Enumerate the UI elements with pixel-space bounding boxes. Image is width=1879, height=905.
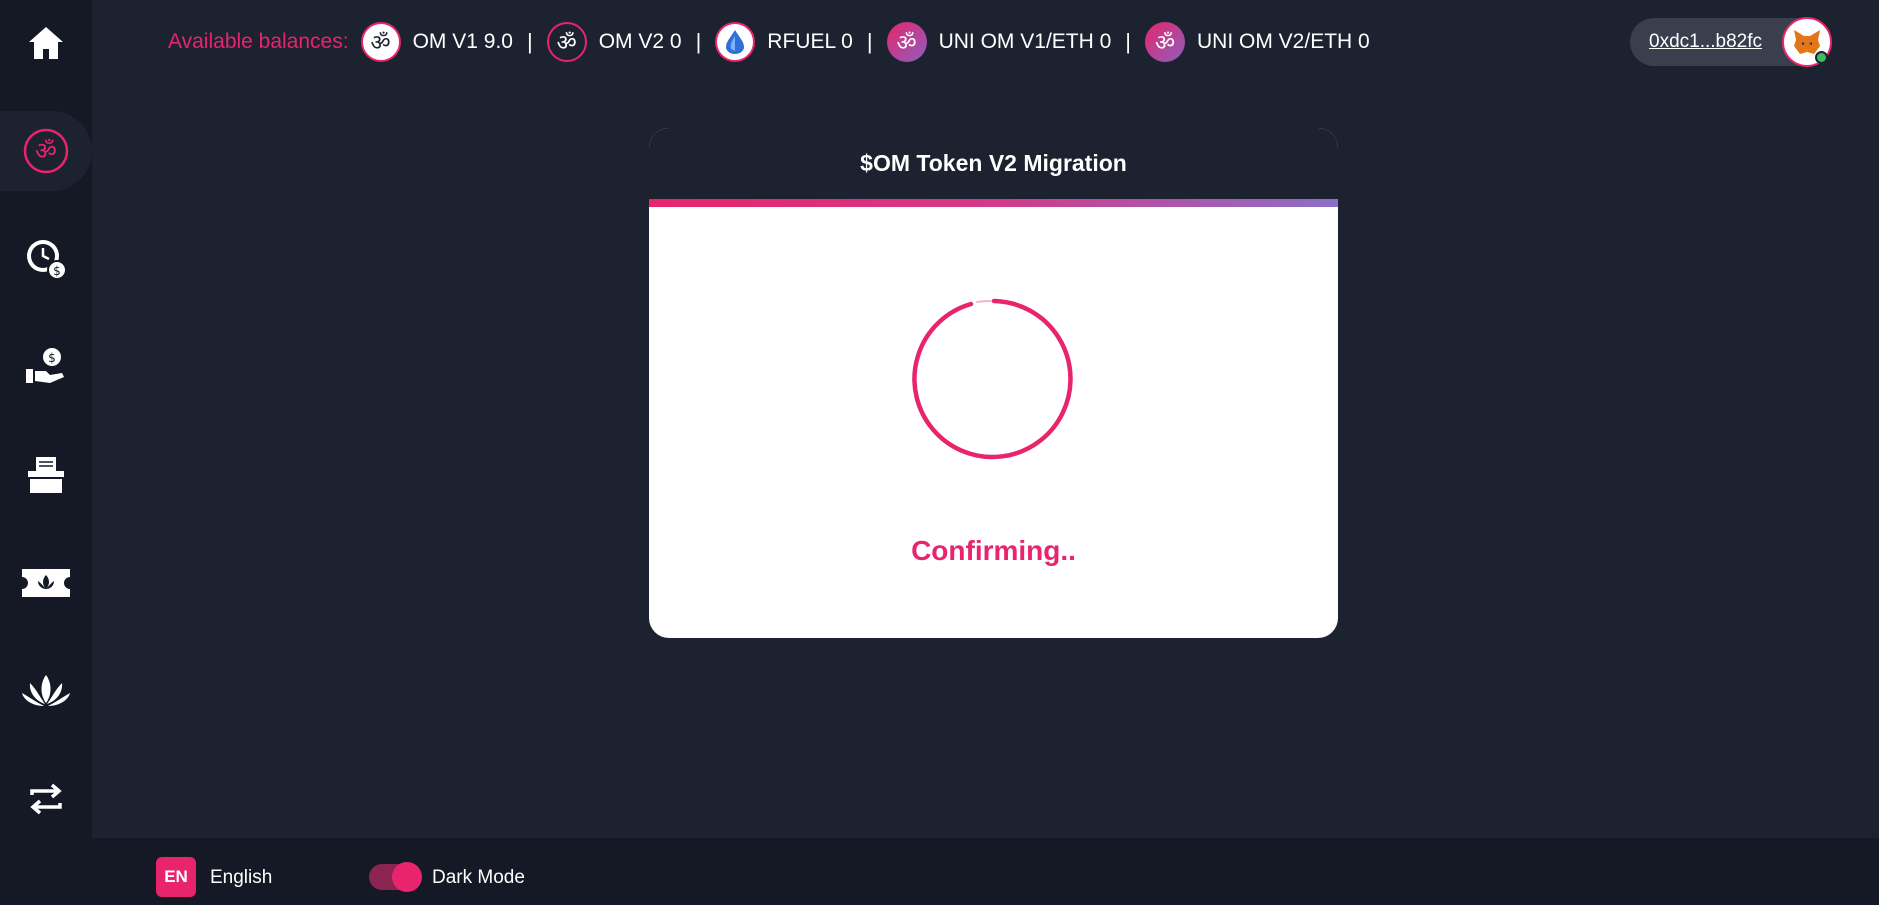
svg-text:$: $ bbox=[48, 351, 56, 365]
gradient-divider bbox=[649, 199, 1338, 207]
available-balances-bar: Available balances: ॐ OM V1 9.0 | ॐ OM V… bbox=[168, 20, 1370, 64]
language-badge[interactable]: EN bbox=[156, 857, 196, 897]
lotus-icon bbox=[22, 675, 70, 706]
nav-om-migration[interactable]: ॐ bbox=[0, 111, 92, 191]
loading-spinner-icon bbox=[912, 298, 1073, 460]
om-icon: ॐ bbox=[886, 22, 927, 62]
balances-label: Available balances: bbox=[168, 30, 349, 53]
token-balance: OM V2 0 bbox=[598, 30, 682, 53]
sidebar: ॐ $ $ bbox=[0, 0, 92, 838]
token-rfuel: RFUEL 0 bbox=[715, 22, 853, 62]
rfuel-icon bbox=[715, 22, 756, 62]
om-icon: ॐ bbox=[360, 22, 401, 62]
card-title: $OM Token V2 Migration bbox=[649, 128, 1338, 199]
wallet-address[interactable]: 0xdc1...b82fc bbox=[1649, 31, 1762, 53]
token-om-v2: ॐ OM V2 0 bbox=[546, 22, 682, 62]
home-icon bbox=[29, 27, 63, 59]
hand-coin-icon: $ bbox=[26, 348, 64, 383]
status-text: Confirming.. bbox=[911, 535, 1076, 566]
nav-swap[interactable] bbox=[0, 759, 92, 839]
toggle-knob bbox=[392, 862, 422, 892]
dark-mode-label: Dark Mode bbox=[432, 867, 525, 888]
ballot-box-icon bbox=[28, 457, 64, 493]
separator: | bbox=[866, 29, 873, 54]
token-balance: UNI OM V1/ETH 0 bbox=[938, 30, 1112, 53]
online-status-dot bbox=[1815, 51, 1828, 64]
svg-text:ॐ: ॐ bbox=[35, 137, 57, 165]
token-balance: UNI OM V2/ETH 0 bbox=[1197, 30, 1370, 53]
om-icon: ॐ bbox=[1145, 22, 1186, 62]
token-balance: RFUEL 0 bbox=[767, 30, 853, 53]
nav-launchpad[interactable] bbox=[0, 543, 92, 623]
token-uni-om-v2-eth: ॐ UNI OM V2/ETH 0 bbox=[1145, 22, 1370, 62]
swap-arrows-icon bbox=[30, 783, 62, 815]
token-balance: OM V1 9.0 bbox=[412, 30, 513, 53]
dark-mode-toggle[interactable] bbox=[369, 862, 422, 892]
migration-card: $OM Token V2 Migration Confirming.. bbox=[649, 128, 1338, 638]
separator: | bbox=[695, 29, 702, 54]
separator: | bbox=[1125, 29, 1132, 54]
om-icon: ॐ bbox=[23, 128, 69, 174]
wallet-button[interactable]: 0xdc1...b82fc bbox=[1630, 17, 1832, 67]
clock-dollar-icon: $ bbox=[27, 240, 67, 280]
om-icon: ॐ bbox=[546, 22, 587, 62]
nav-lotus[interactable] bbox=[0, 651, 92, 731]
nav-lending[interactable]: $ bbox=[0, 327, 92, 407]
nav-staking[interactable]: $ bbox=[0, 219, 92, 299]
nav-governance[interactable] bbox=[0, 435, 92, 515]
footer: EN English Dark Mode bbox=[0, 838, 1879, 905]
token-om-v1: ॐ OM V1 9.0 bbox=[360, 22, 513, 62]
lotus-ticket-icon bbox=[22, 569, 70, 597]
avatar[interactable] bbox=[1782, 17, 1832, 67]
nav-home[interactable] bbox=[0, 3, 92, 83]
separator: | bbox=[526, 29, 533, 54]
language-label[interactable]: English bbox=[210, 867, 272, 889]
svg-text:$: $ bbox=[53, 264, 61, 278]
token-uni-om-v1-eth: ॐ UNI OM V1/ETH 0 bbox=[886, 22, 1112, 62]
